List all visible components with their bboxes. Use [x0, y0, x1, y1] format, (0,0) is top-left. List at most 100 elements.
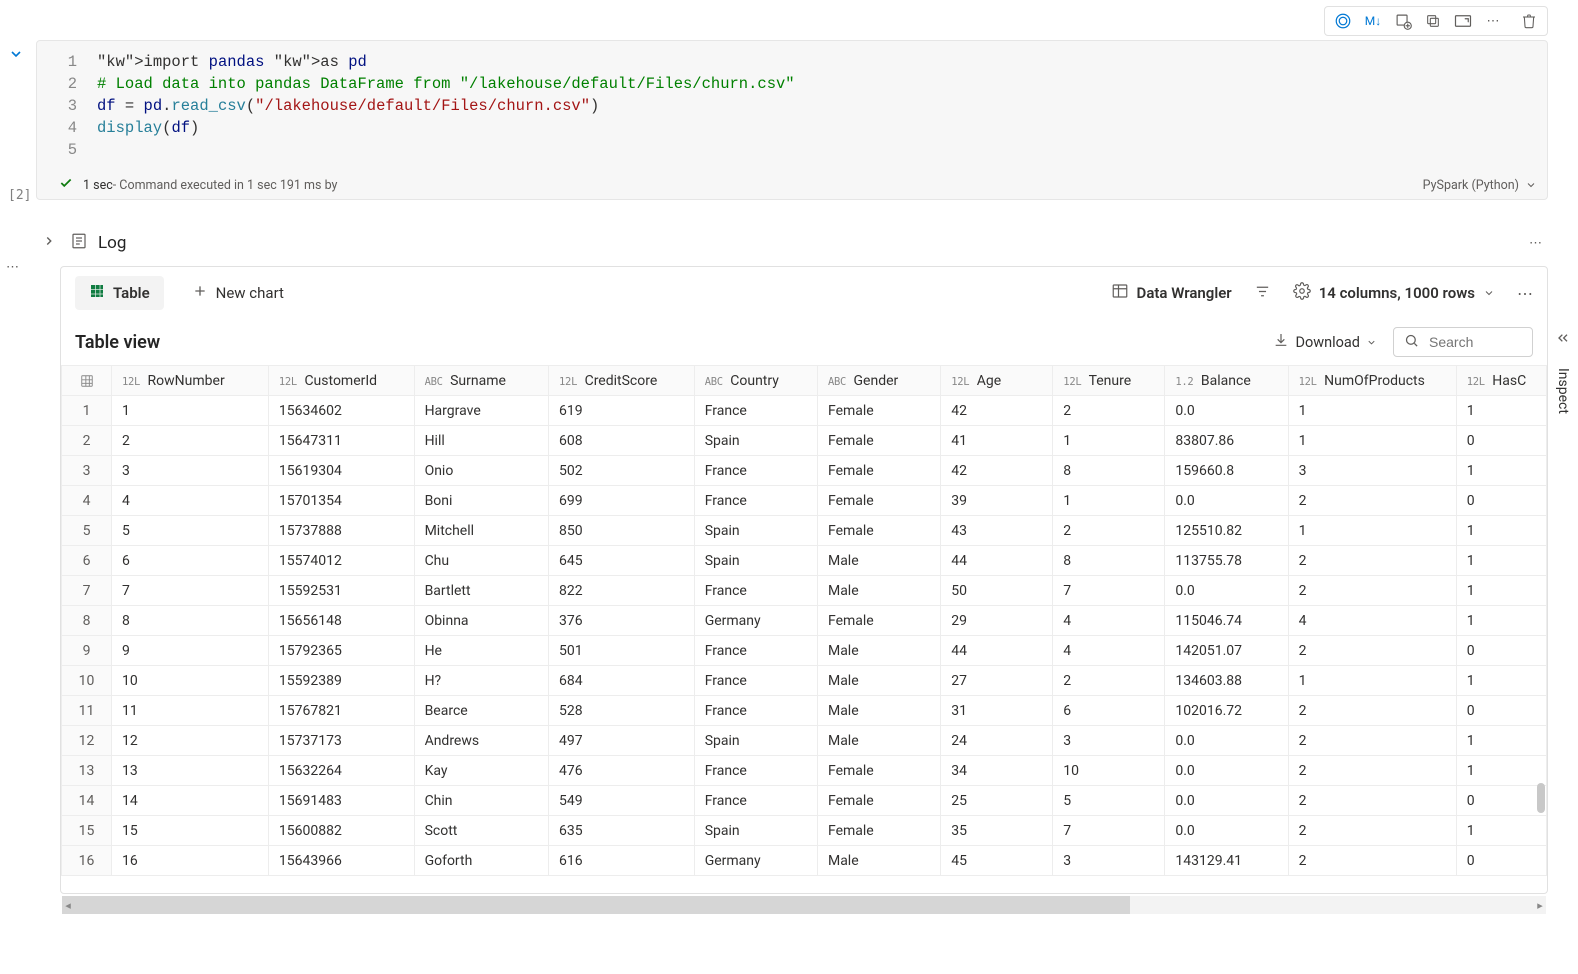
table-row[interactable]: 141415691483Chin549FranceFemale2550.020: [62, 786, 1547, 816]
table-cell[interactable]: 476: [549, 756, 695, 786]
table-cell[interactable]: Male: [817, 846, 940, 876]
table-cell[interactable]: 0: [1456, 696, 1546, 726]
data-wrangler-button[interactable]: Data Wrangler: [1111, 282, 1232, 305]
table-cell[interactable]: France: [694, 636, 817, 666]
table-cell[interactable]: 376: [549, 606, 695, 636]
table-cell[interactable]: 501: [549, 636, 695, 666]
table-cell[interactable]: Female: [817, 786, 940, 816]
table-cell[interactable]: Obinna: [414, 606, 548, 636]
table-cell[interactable]: 34: [941, 756, 1053, 786]
table-cell[interactable]: 43: [941, 516, 1053, 546]
table-cell[interactable]: 1: [1456, 396, 1546, 426]
column-header[interactable]: 1.2 Balance: [1165, 366, 1288, 396]
table-cell[interactable]: 7: [1053, 816, 1165, 846]
table-cell[interactable]: Mitchell: [414, 516, 548, 546]
table-cell[interactable]: H?: [414, 666, 548, 696]
table-cell[interactable]: Spain: [694, 726, 817, 756]
column-header[interactable]: ABC Gender: [817, 366, 940, 396]
table-cell[interactable]: 3: [112, 456, 269, 486]
table-cell[interactable]: 1: [1456, 816, 1546, 846]
table-cell[interactable]: He: [414, 636, 548, 666]
filter-icon[interactable]: [1254, 283, 1271, 304]
table-cell[interactable]: Female: [817, 516, 940, 546]
table-row[interactable]: 5515737888Mitchell850SpainFemale43212551…: [62, 516, 1547, 546]
table-cell[interactable]: 2: [112, 426, 269, 456]
table-cell[interactable]: 0.0: [1165, 576, 1288, 606]
table-cell[interactable]: 24: [941, 726, 1053, 756]
table-cell[interactable]: 15647311: [268, 426, 414, 456]
table-cell[interactable]: 699: [549, 486, 695, 516]
table-cell[interactable]: 0: [1456, 486, 1546, 516]
table-cell[interactable]: Female: [817, 396, 940, 426]
table-cell[interactable]: 5: [112, 516, 269, 546]
column-header[interactable]: ABC Surname: [414, 366, 548, 396]
table-cell[interactable]: Male: [817, 666, 940, 696]
tab-new-chart[interactable]: New chart: [178, 276, 298, 310]
table-cell[interactable]: 0: [1456, 636, 1546, 666]
table-row[interactable]: 3315619304Onio502FranceFemale428159660.8…: [62, 456, 1547, 486]
table-cell[interactable]: 1: [1288, 396, 1456, 426]
table-cell[interactable]: 42: [941, 456, 1053, 486]
kernel-selector[interactable]: PySpark (Python): [1423, 178, 1537, 193]
table-cell[interactable]: 15632264: [268, 756, 414, 786]
column-header[interactable]: 12L Tenure: [1053, 366, 1165, 396]
cell-more-icon[interactable]: ⋯: [1479, 9, 1507, 33]
table-cell[interactable]: 1: [112, 396, 269, 426]
table-cell[interactable]: 142051.07: [1165, 636, 1288, 666]
table-cell[interactable]: 616: [549, 846, 695, 876]
table-cell[interactable]: Spain: [694, 816, 817, 846]
table-cell[interactable]: 9: [112, 636, 269, 666]
table-cell[interactable]: Spain: [694, 516, 817, 546]
table-cell[interactable]: 608: [549, 426, 695, 456]
table-cell[interactable]: 15691483: [268, 786, 414, 816]
columns-summary-button[interactable]: 14 columns, 1000 rows: [1293, 282, 1495, 305]
table-row[interactable]: 2215647311Hill608SpainFemale41183807.861…: [62, 426, 1547, 456]
table-cell[interactable]: 645: [549, 546, 695, 576]
table-cell[interactable]: 684: [549, 666, 695, 696]
table-corner[interactable]: [62, 366, 112, 396]
table-cell[interactable]: 35: [941, 816, 1053, 846]
table-cell[interactable]: France: [694, 396, 817, 426]
table-cell[interactable]: Hargrave: [414, 396, 548, 426]
table-row[interactable]: 121215737173Andrews497SpainMale2430.021: [62, 726, 1547, 756]
expand-output-icon[interactable]: [1449, 9, 1477, 33]
markdown-toggle[interactable]: M↓: [1359, 9, 1387, 33]
table-cell[interactable]: Boni: [414, 486, 548, 516]
table-cell[interactable]: 3: [1053, 726, 1165, 756]
table-cell[interactable]: 16: [112, 846, 269, 876]
table-cell[interactable]: 0.0: [1165, 756, 1288, 786]
log-more-icon[interactable]: ⋯: [1529, 236, 1548, 251]
table-cell[interactable]: 15737173: [268, 726, 414, 756]
inspect-label[interactable]: Inspect: [1555, 368, 1571, 414]
table-cell[interactable]: Andrews: [414, 726, 548, 756]
table-cell[interactable]: 3: [1053, 846, 1165, 876]
table-cell[interactable]: 1: [1456, 756, 1546, 786]
table-cell[interactable]: 2: [1288, 486, 1456, 516]
column-header[interactable]: 12L CustomerId: [268, 366, 414, 396]
table-cell[interactable]: 39: [941, 486, 1053, 516]
table-cell[interactable]: 4: [1053, 606, 1165, 636]
table-cell[interactable]: France: [694, 486, 817, 516]
table-cell[interactable]: 2: [1288, 696, 1456, 726]
table-cell[interactable]: 5: [1053, 786, 1165, 816]
table-cell[interactable]: 2: [1053, 666, 1165, 696]
table-row[interactable]: 9915792365He501FranceMale444142051.0720: [62, 636, 1547, 666]
table-cell[interactable]: 15619304: [268, 456, 414, 486]
column-header[interactable]: 12L HasC: [1456, 366, 1546, 396]
table-cell[interactable]: 6: [112, 546, 269, 576]
table-cell[interactable]: 497: [549, 726, 695, 756]
collapse-code-chevron-icon[interactable]: [8, 46, 24, 66]
table-cell[interactable]: 15: [112, 816, 269, 846]
search-box[interactable]: [1393, 327, 1533, 357]
download-button[interactable]: Download: [1273, 332, 1377, 352]
table-row[interactable]: 111115767821Bearce528FranceMale316102016…: [62, 696, 1547, 726]
table-cell[interactable]: Male: [817, 546, 940, 576]
column-header[interactable]: ABC Country: [694, 366, 817, 396]
table-cell[interactable]: 12: [112, 726, 269, 756]
table-cell[interactable]: 15737888: [268, 516, 414, 546]
table-cell[interactable]: 8: [112, 606, 269, 636]
table-cell[interactable]: Goforth: [414, 846, 548, 876]
table-cell[interactable]: Female: [817, 606, 940, 636]
column-header[interactable]: 12L RowNumber: [112, 366, 269, 396]
table-cell[interactable]: Female: [817, 756, 940, 786]
